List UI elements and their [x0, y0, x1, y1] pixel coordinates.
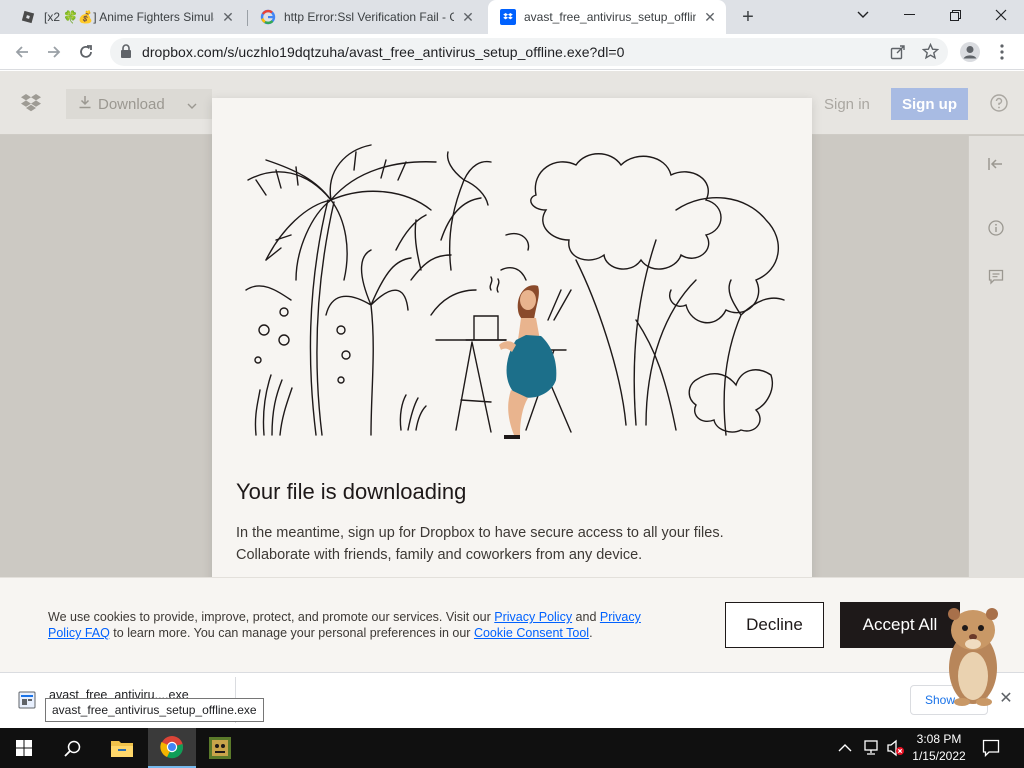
cookie-consent-tool-link[interactable]: Cookie Consent Tool — [474, 626, 589, 640]
decline-cookies-button[interactable]: Decline — [725, 602, 824, 648]
back-button[interactable] — [8, 38, 36, 66]
reload-button[interactable] — [72, 38, 100, 66]
chrome-taskbar-icon[interactable] — [148, 728, 196, 768]
modal-body-line: Collaborate with friends, family and cow… — [236, 547, 643, 563]
clock-time: 3:08 PM — [916, 732, 962, 746]
tab-title: [x2 🍀💰] Anime Fighters Simula — [44, 10, 214, 24]
cookie-text-segment: to learn more. You can manage your perso… — [109, 626, 474, 640]
tab-anime-fighters[interactable]: [x2 🍀💰] Anime Fighters Simula ✕ — [8, 0, 244, 34]
network-icon[interactable] — [862, 739, 880, 762]
volume-muted-icon[interactable] — [886, 739, 906, 762]
comment-icon[interactable] — [988, 269, 1004, 290]
url-text: dropbox.com/s/uczhlo19dqtzuha/avast_free… — [142, 44, 625, 60]
sign-in-link[interactable]: Sign in — [824, 96, 870, 113]
download-icon — [78, 95, 92, 113]
woman-at-cafe-table-illustration — [245, 144, 785, 439]
help-icon[interactable] — [990, 94, 1008, 117]
dropbox-icon — [500, 9, 516, 25]
chevron-down-icon[interactable] — [187, 96, 197, 113]
address-bar[interactable]: dropbox.com/s/uczhlo19dqtzuha/avast_free… — [110, 38, 948, 66]
cookie-text-segment: . — [589, 626, 593, 640]
bookmark-star-icon[interactable] — [921, 42, 940, 65]
restore-button[interactable] — [932, 0, 978, 30]
tab-google-search[interactable]: http Error:Ssl Verification Fail - G ✕ — [248, 0, 484, 34]
lock-icon[interactable] — [120, 44, 132, 64]
download-button[interactable]: Download — [66, 89, 212, 119]
tab-title: avast_free_antivirus_setup_offline — [524, 10, 696, 24]
download-modal: Your file is downloading In the meantime… — [212, 98, 812, 618]
modal-body-line: In the meantime, sign up for Dropbox to … — [236, 525, 724, 541]
modal-body: In the meantime, sign up for Dropbox to … — [236, 522, 776, 566]
cookie-text: We use cookies to provide, improve, prot… — [48, 609, 668, 641]
cookie-text-segment: and — [572, 610, 600, 624]
roblox-icon — [20, 9, 36, 25]
file-name-tooltip: avast_free_antivirus_setup_offline.exe — [45, 698, 264, 722]
browser-toolbar: dropbox.com/s/uczhlo19dqtzuha/avast_free… — [0, 34, 1024, 70]
taskbar-clock[interactable]: 3:08 PM 1/15/2022 — [905, 731, 973, 765]
cookie-banner: We use cookies to provide, improve, prot… — [0, 577, 1024, 672]
minimize-button[interactable] — [886, 0, 932, 30]
tab-title: http Error:Ssl Verification Fail - G — [284, 10, 454, 24]
cookie-text-segment: We use cookies to provide, improve, prot… — [48, 610, 495, 624]
hamster-desktop-pet[interactable] — [940, 604, 1006, 710]
installer-file-icon — [18, 690, 36, 715]
chrome-menu-icon[interactable] — [988, 38, 1016, 66]
share-icon[interactable] — [890, 44, 906, 65]
search-icon[interactable] — [48, 728, 96, 768]
clock-date: 1/15/2022 — [912, 749, 966, 763]
modal-title: Your file is downloading — [236, 479, 467, 504]
info-icon[interactable] — [988, 220, 1004, 241]
notifications-icon[interactable] — [982, 739, 1000, 762]
download-label: Download — [98, 95, 165, 113]
close-tab-icon[interactable]: ✕ — [460, 9, 476, 25]
file-explorer-icon[interactable] — [98, 728, 146, 768]
close-window-button[interactable] — [978, 0, 1024, 30]
show-hidden-icons-icon[interactable] — [838, 740, 852, 758]
new-tab-button[interactable]: + — [737, 6, 759, 28]
privacy-policy-link[interactable]: Privacy Policy — [494, 610, 572, 624]
google-icon — [260, 9, 276, 25]
sign-up-button[interactable]: Sign up — [891, 88, 968, 120]
windows-start-icon[interactable] — [0, 728, 48, 768]
forward-button[interactable] — [40, 38, 68, 66]
collapse-panel-icon[interactable] — [988, 157, 1004, 176]
dropbox-logo-icon[interactable] — [20, 93, 42, 118]
tab-strip: [x2 🍀💰] Anime Fighters Simula ✕ http Err… — [0, 0, 1024, 34]
tab-dropbox-active[interactable]: avast_free_antivirus_setup_offline ✕ — [488, 0, 726, 34]
game-app-taskbar-icon[interactable] — [196, 728, 244, 768]
close-tab-icon[interactable]: ✕ — [220, 9, 236, 25]
tab-search-icon[interactable] — [840, 0, 886, 30]
profile-avatar-icon[interactable] — [956, 38, 984, 66]
close-tab-icon[interactable]: ✕ — [702, 9, 718, 25]
windows-taskbar: 3:08 PM 1/15/2022 — [0, 728, 1024, 768]
